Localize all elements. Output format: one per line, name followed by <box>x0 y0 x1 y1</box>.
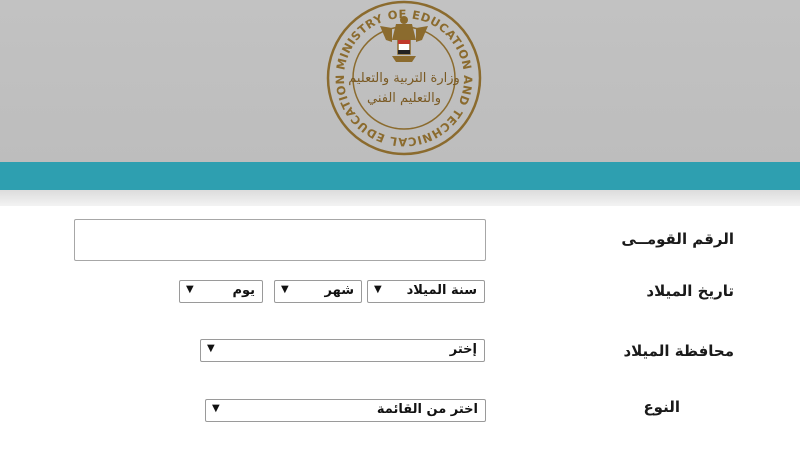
birth-governorate-label: محافظة الميلاد <box>623 342 734 360</box>
registration-form: الرقم القومــى سنة الميلاد ▼ شهر ▼ يوم ▼… <box>0 206 800 450</box>
birth-governorate-row: إختر ▼ محافظة الميلاد <box>0 320 800 380</box>
logo-arabic-line2: والتعليم الفني <box>367 91 441 106</box>
header-shadow-band <box>0 190 800 206</box>
dropdown-arrow-icon: ▼ <box>374 284 382 295</box>
gender-row: اختر من القائمة ▼ النوع <box>0 380 800 440</box>
birth-year-value: سنة الميلاد <box>406 283 477 298</box>
birth-date-label: تاريخ الميلاد <box>646 282 734 300</box>
birth-day-value: يوم <box>232 283 255 298</box>
national-id-label: الرقم القومــى <box>621 230 734 248</box>
gender-value: اختر من القائمة <box>376 402 478 417</box>
national-id-input[interactable] <box>74 219 486 261</box>
dropdown-arrow-icon: ▼ <box>281 284 289 295</box>
dropdown-arrow-icon: ▼ <box>186 284 194 295</box>
birth-day-select[interactable]: يوم ▼ <box>179 280 263 303</box>
dropdown-arrow-icon: ▼ <box>207 343 215 354</box>
dropdown-arrow-icon: ▼ <box>212 403 220 414</box>
birth-governorate-select[interactable]: إختر ▼ <box>200 339 485 362</box>
gender-label: النوع <box>643 398 680 416</box>
accent-bar <box>0 162 800 190</box>
birth-month-value: شهر <box>324 283 354 298</box>
ministry-logo: MINISTRY OF EDUCATION AND TECHNICAL EDUC… <box>326 0 482 156</box>
birth-month-select[interactable]: شهر ▼ <box>274 280 362 303</box>
birth-governorate-value: إختر <box>449 342 477 357</box>
header: MINISTRY OF EDUCATION AND TECHNICAL EDUC… <box>0 0 800 162</box>
birth-year-select[interactable]: سنة الميلاد ▼ <box>367 280 485 303</box>
birth-date-row: سنة الميلاد ▼ شهر ▼ يوم ▼ تاريخ الميلاد <box>0 268 800 320</box>
logo-arabic-line1: وزارة التربية والتعليم <box>348 71 460 86</box>
gender-select[interactable]: اختر من القائمة ▼ <box>205 399 486 422</box>
national-id-row: الرقم القومــى <box>0 206 800 268</box>
